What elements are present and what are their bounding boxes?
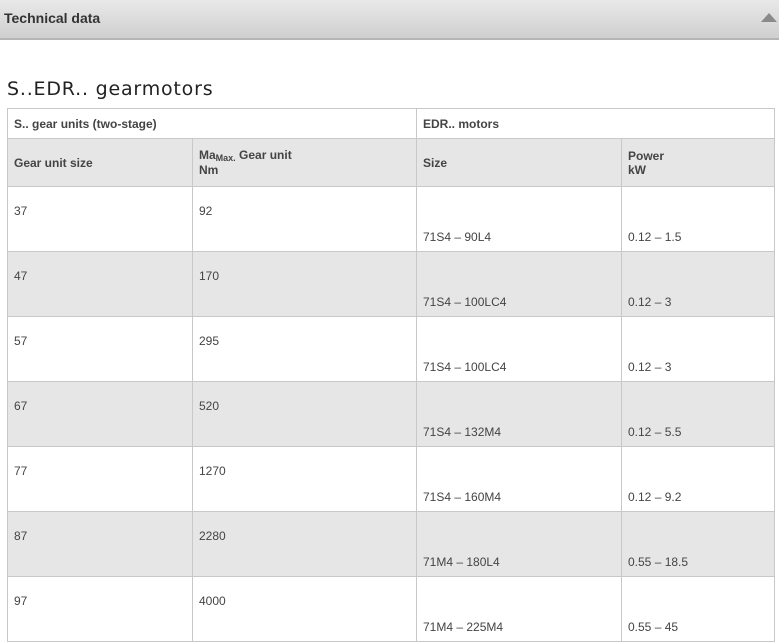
gear-size-cell: 87: [7, 511, 193, 577]
table-row: 77 1270 71S4 – 160M4 0.12 – 9.2: [7, 446, 776, 512]
motor-size-cell: 71S4 – 160M4: [416, 446, 622, 512]
torque-cell: 92: [192, 186, 417, 252]
column-header-row: Gear unit size MaMax. Gear unit Nm Size …: [7, 138, 776, 187]
table-row: 87 2280 71M4 – 180L4 0.55 – 18.5: [7, 511, 776, 577]
torque-unit: Nm: [199, 163, 219, 177]
torque-sub: Max.: [215, 153, 236, 163]
gear-unit-size-header: Gear unit size: [7, 138, 193, 187]
power-cell: 0.55 – 45: [620, 576, 776, 642]
power-cell: 0.12 – 9.2: [620, 446, 776, 512]
page-title: S..EDR.. gearmotors: [7, 77, 214, 100]
torque-suffix: Gear unit: [235, 148, 292, 162]
gear-size-cell: 67: [7, 381, 193, 447]
motors-group-header: EDR.. motors: [415, 108, 776, 139]
power-label: Power: [628, 148, 665, 163]
power-cell: 0.12 – 5.5: [620, 381, 776, 447]
torque-cell: 4000: [192, 576, 417, 642]
gear-size-cell: 57: [7, 316, 193, 382]
power-cell: 0.12 – 3: [620, 251, 776, 317]
motor-size-cell: 71S4 – 100LC4: [416, 316, 622, 382]
gear-size-cell: 97: [7, 576, 193, 642]
table-row: 57 295 71S4 – 100LC4 0.12 – 3: [7, 316, 776, 382]
torque-cell: 170: [192, 251, 417, 317]
gear-size-cell: 37: [7, 186, 193, 252]
power-unit: kW: [628, 162, 646, 177]
technical-data-table: S.. gear units (two-stage) EDR.. motors …: [7, 108, 776, 642]
power-cell: 0.12 – 3: [620, 316, 776, 382]
torque-cell: 520: [192, 381, 417, 447]
torque-header: MaMax. Gear unit Nm: [192, 138, 417, 187]
collapse-arrow-icon[interactable]: [761, 13, 777, 22]
table-row: 67 520 71S4 – 132M4 0.12 – 5.5: [7, 381, 776, 447]
table-row: 47 170 71S4 – 100LC4 0.12 – 3: [7, 251, 776, 317]
gear-units-group-header: S.. gear units (two-stage): [7, 108, 417, 139]
torque-cell: 1270: [192, 446, 417, 512]
motor-size-cell: 71M4 – 180L4: [416, 511, 622, 577]
gear-size-cell: 47: [7, 251, 193, 317]
gear-size-cell: 77: [7, 446, 193, 512]
table-row: 37 92 71S4 – 90L4 0.12 – 1.5: [7, 186, 776, 252]
motor-size-cell: 71S4 – 100LC4: [416, 251, 622, 317]
section-title: Technical data: [4, 10, 101, 26]
power-cell: 0.55 – 18.5: [620, 511, 776, 577]
torque-prefix: Ma: [199, 148, 216, 162]
torque-cell: 2280: [192, 511, 417, 577]
table-row: 97 4000 71M4 – 225M4 0.55 – 45: [7, 576, 776, 642]
motor-size-header: Size: [416, 138, 622, 187]
motor-size-cell: 71S4 – 90L4: [416, 186, 622, 252]
group-header-row: S.. gear units (two-stage) EDR.. motors: [7, 108, 776, 139]
motor-size-cell: 71S4 – 132M4: [416, 381, 622, 447]
technical-data-header[interactable]: Technical data: [0, 0, 779, 40]
motor-size-cell: 71M4 – 225M4: [416, 576, 622, 642]
torque-cell: 295: [192, 316, 417, 382]
power-cell: 0.12 – 1.5: [620, 186, 776, 252]
power-header: Power kW: [620, 138, 776, 187]
